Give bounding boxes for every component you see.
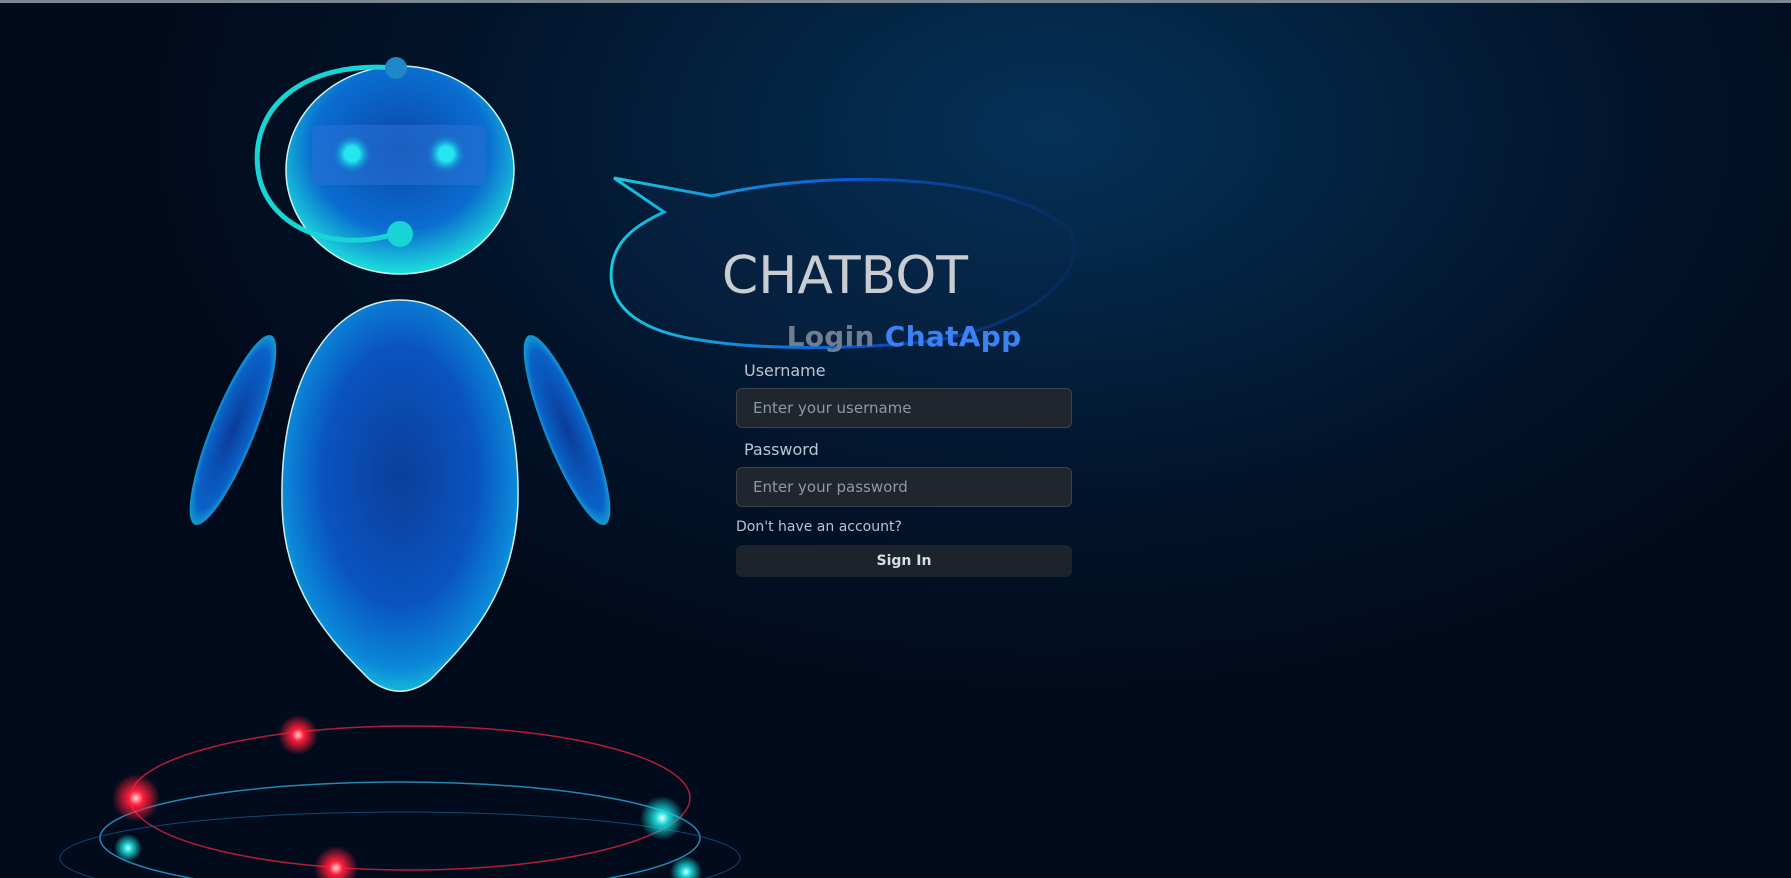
robot-right-arm <box>523 335 611 525</box>
signin-button[interactable]: Sign In <box>736 545 1072 577</box>
orbit-light-icon <box>278 715 318 755</box>
chatbot-heading: CHATBOT <box>722 246 968 306</box>
robot-head <box>254 57 515 275</box>
orbit-light-icon <box>314 846 358 878</box>
orbit-light-icon <box>640 796 684 840</box>
orbit-light-icon <box>112 774 160 822</box>
orbit-rings <box>59 715 741 878</box>
signup-link[interactable]: Don't have an account? <box>736 519 1072 535</box>
robot-body <box>189 299 611 692</box>
password-label: Password <box>744 440 819 459</box>
headset-mic-icon <box>387 221 413 247</box>
orbit-light-icon <box>114 834 142 862</box>
login-page: CHATBOT Login ChatApp Username Password … <box>0 0 1791 878</box>
login-form: Login ChatApp Username Password Don't ha… <box>736 320 1072 577</box>
username-input[interactable] <box>736 388 1072 428</box>
login-title-brand: ChatApp <box>884 320 1022 353</box>
orbit-light-icon <box>670 856 702 878</box>
username-label: Username <box>744 361 826 380</box>
robot-left-arm <box>189 335 277 525</box>
login-title-prefix: Login <box>786 320 875 353</box>
password-input[interactable] <box>736 467 1072 507</box>
login-title: Login ChatApp <box>736 320 1072 353</box>
headset-top-knob <box>385 57 407 79</box>
